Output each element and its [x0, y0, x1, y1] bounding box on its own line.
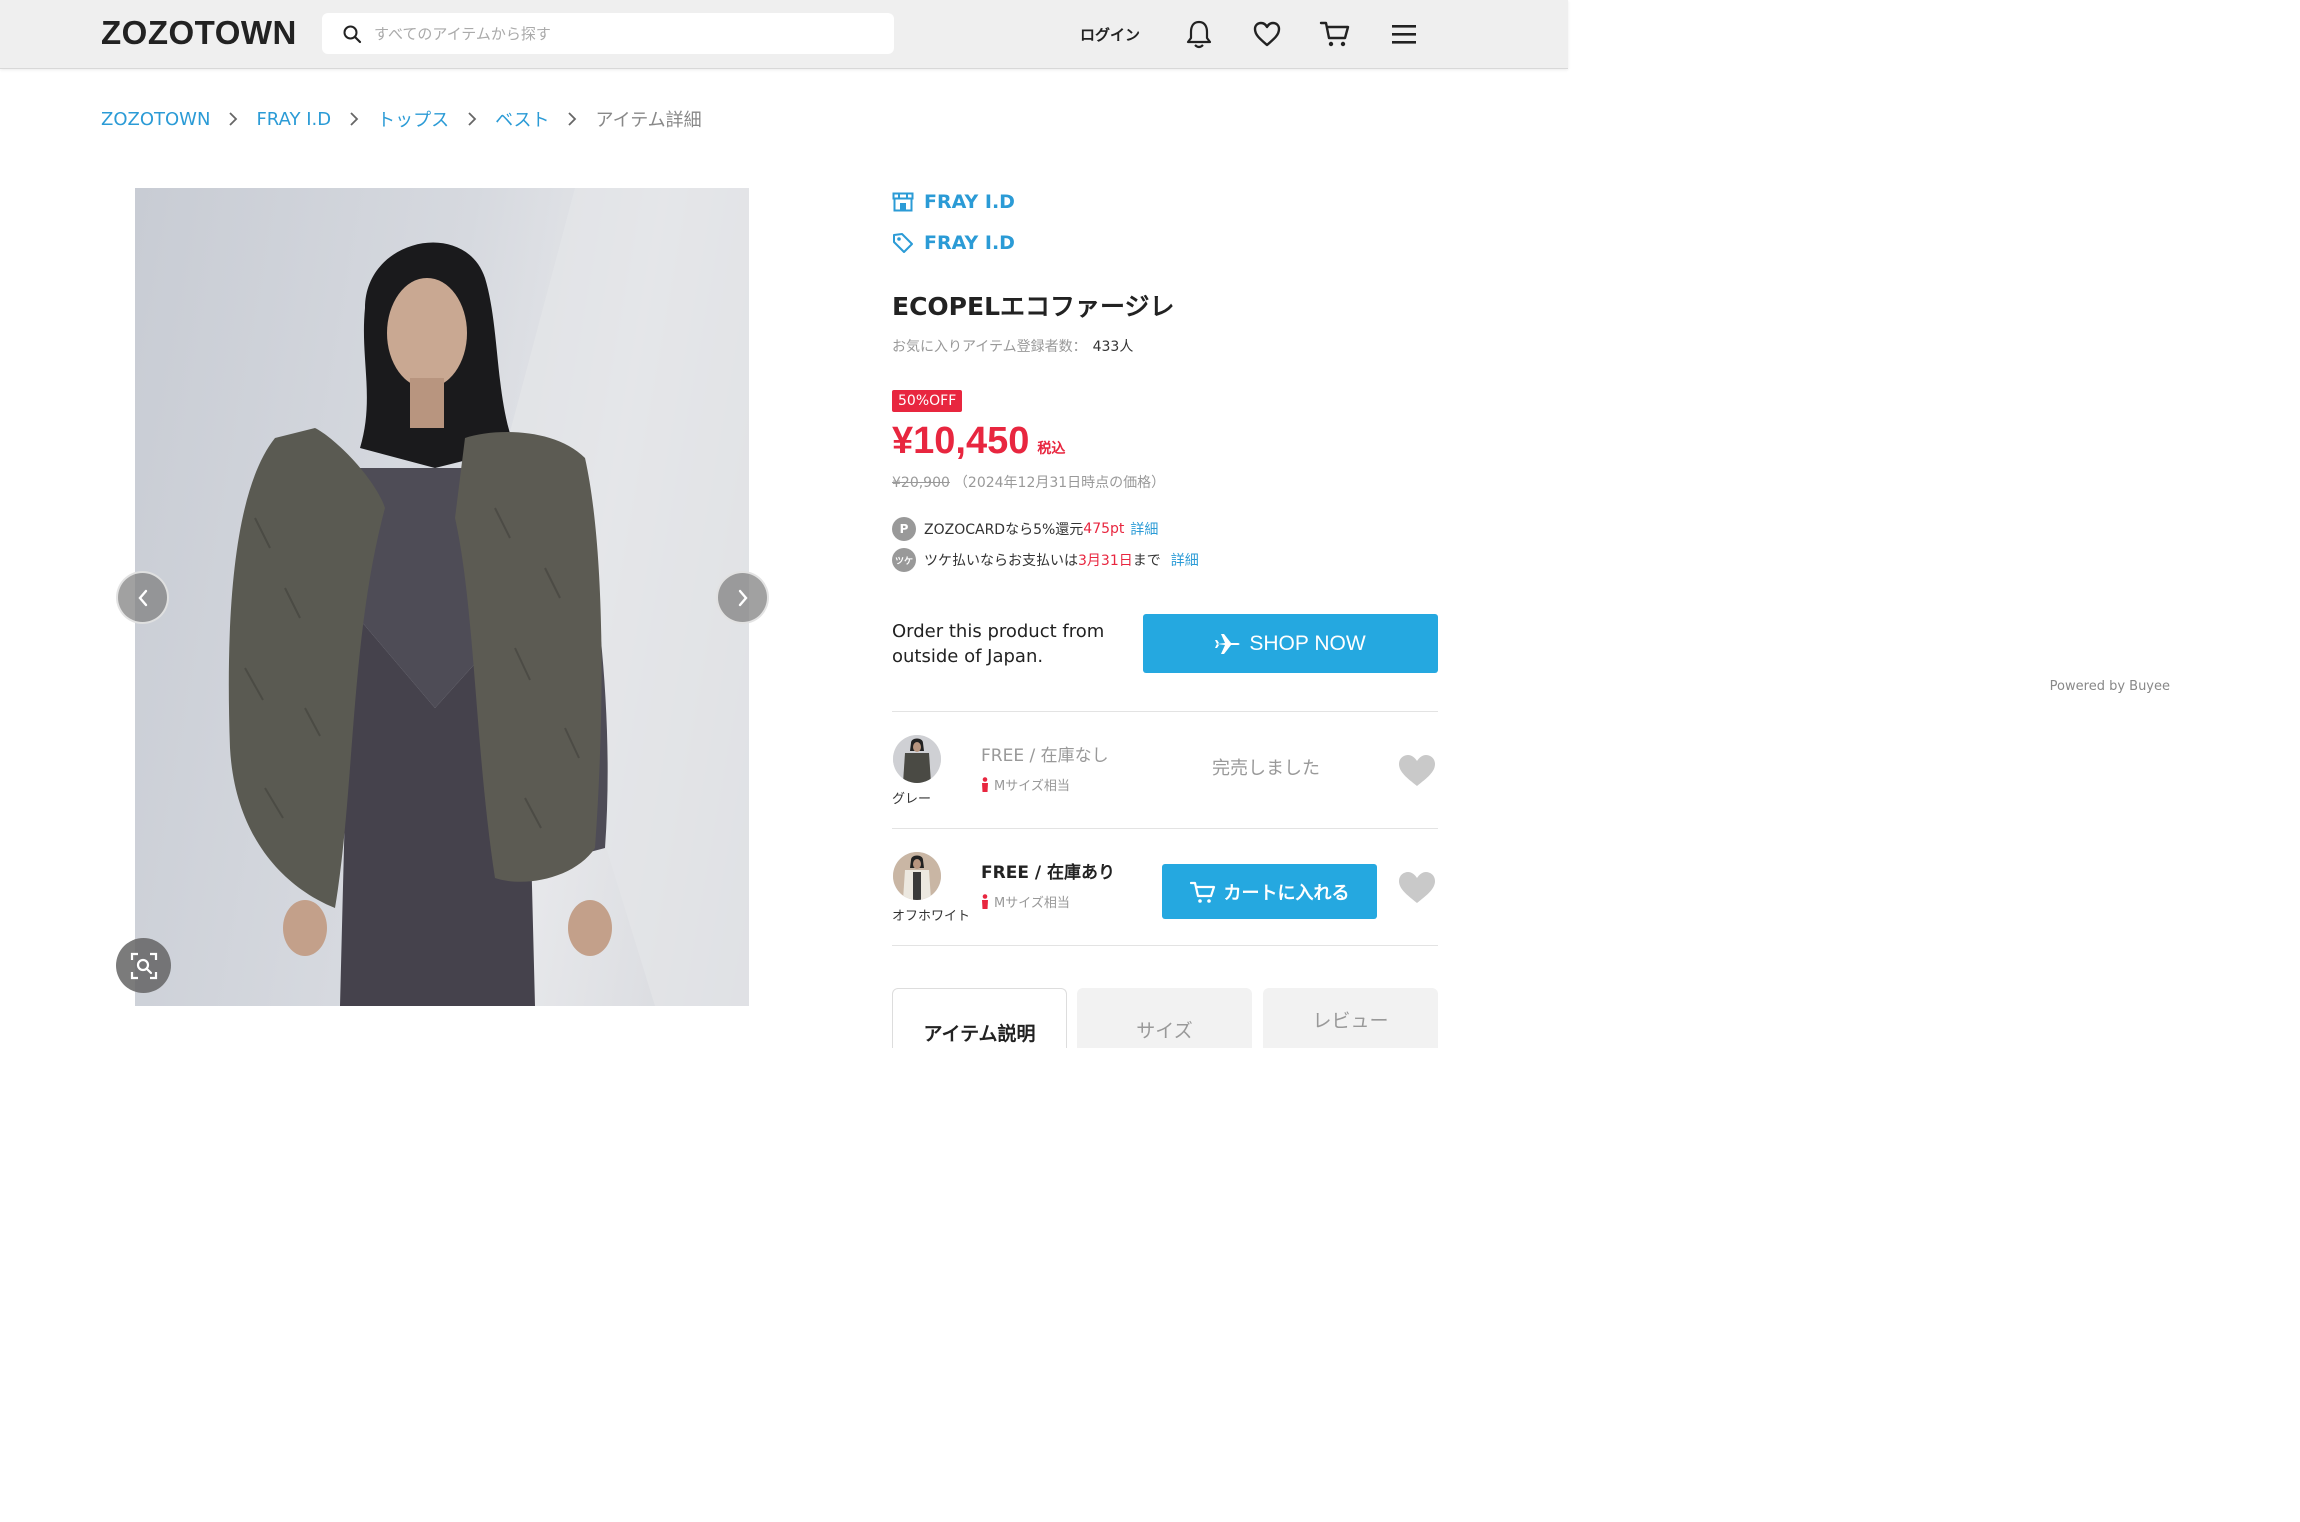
chevron-left-icon	[137, 589, 147, 606]
variant-size-note-text: Mサイズ相当	[994, 779, 1070, 794]
product-photo-illustration	[228, 188, 749, 1006]
variant-thumbnail[interactable]	[893, 735, 941, 783]
add-to-cart-label: カートに入れる	[1223, 882, 1350, 904]
variant-size-note: Mサイズ相当	[981, 775, 1070, 794]
favorite-count-label: お気に入りアイテム登録者数：	[892, 339, 1087, 355]
tsuke-icon: ツケ	[892, 548, 916, 572]
chevron-right-icon	[229, 112, 238, 126]
product-title: ECOPELエコファージレ	[892, 292, 1175, 321]
price-value: ¥10,450	[892, 420, 1030, 462]
sold-out-label: 完売しました	[1212, 758, 1320, 779]
tsuke-date: 3月31日	[1078, 553, 1133, 569]
price-tax-label: 税込	[1037, 440, 1066, 456]
variant-row-gray: グレー FREE / 在庫なし Mサイズ相当 完売しました	[892, 725, 1438, 841]
chevron-right-icon	[468, 112, 477, 126]
original-price-note: （2024年12月31日時点の価格）	[953, 475, 1166, 491]
shop-name: FRAY I.D	[924, 191, 1015, 213]
cart-icon[interactable]	[1319, 18, 1351, 50]
menu-icon[interactable]	[1388, 18, 1420, 50]
product-tabs: アイテム説明 サイズ レビュー	[892, 988, 1438, 1048]
zozocard-info: P ZOZOCARDなら5%還元 475pt 詳細	[892, 517, 1158, 541]
favorite-heart-icon[interactable]	[1397, 753, 1437, 789]
divider	[892, 945, 1438, 946]
tab-size[interactable]: サイズ	[1077, 988, 1252, 1048]
breadcrumb-current: アイテム詳細	[595, 110, 702, 131]
tab-size-label: サイズ	[1136, 1020, 1193, 1042]
cart-icon	[1189, 881, 1215, 903]
search-bar[interactable]	[322, 13, 894, 54]
search-input[interactable]	[374, 13, 874, 54]
shop-now-label: SHOP NOW	[1249, 631, 1366, 655]
favorite-count: お気に入りアイテム登録者数： 433人	[892, 336, 1133, 356]
chevron-right-icon	[738, 589, 748, 606]
variant-thumbnail[interactable]	[893, 852, 941, 900]
variant-size-stock: FREE / 在庫あり	[981, 863, 1115, 883]
add-to-cart-button[interactable]: カートに入れる	[1162, 864, 1377, 919]
person-icon	[982, 894, 988, 909]
zozocard-points: 475pt	[1083, 521, 1125, 537]
breadcrumb-link-brand[interactable]: FRAY I.D	[256, 109, 331, 130]
shop-icon	[892, 192, 914, 212]
zoom-image-button[interactable]	[116, 938, 171, 993]
zoom-icon	[130, 952, 157, 979]
price: ¥10,450 税込	[892, 420, 1065, 463]
person-icon	[982, 777, 988, 792]
tab-item-description[interactable]: アイテム説明	[892, 988, 1067, 1048]
original-price: ¥20,900 （2024年12月31日時点の価格）	[892, 472, 1165, 492]
breadcrumb-link-zozotown[interactable]: ZOZOTOWN	[101, 109, 210, 130]
divider	[892, 828, 1438, 829]
next-image-button[interactable]	[716, 571, 769, 624]
variant-color: グレー	[892, 792, 932, 807]
chevron-right-icon	[350, 112, 359, 126]
tsuke-text-after: まで	[1132, 553, 1161, 569]
variant-size-note-text: Mサイズ相当	[994, 896, 1070, 911]
product-image[interactable]	[135, 188, 749, 1006]
brand-link[interactable]: FRAY I.D	[892, 232, 1015, 254]
tab-review[interactable]: レビュー	[1263, 988, 1438, 1048]
shop-link[interactable]: FRAY I.D	[892, 191, 1015, 213]
variant-size-stock: FREE / 在庫なし	[981, 746, 1109, 766]
favorite-heart-icon[interactable]	[1397, 870, 1437, 906]
powered-by-buyee: Powered by Buyee	[2049, 679, 2170, 694]
chevron-right-icon	[568, 112, 577, 126]
variant-row-offwhite: オフホワイト FREE / 在庫あり Mサイズ相当 カートに入れる	[892, 842, 1438, 958]
search-icon	[343, 25, 362, 44]
shop-now-button[interactable]: SHOP NOW	[1143, 614, 1438, 673]
breadcrumb-link-category[interactable]: トップス	[377, 106, 449, 132]
points-icon: P	[892, 517, 916, 541]
tsuke-text: ツケ払いならお支払いは	[924, 553, 1078, 569]
brand-name: FRAY I.D	[924, 232, 1015, 254]
tag-icon	[893, 233, 913, 253]
favorite-count-value: 433人	[1092, 339, 1134, 355]
breadcrumb-link-subcategory[interactable]: ベスト	[495, 106, 549, 132]
zozotown-logo[interactable]: ZOZOTOWN	[101, 14, 297, 52]
variant-size-note: Mサイズ相当	[981, 892, 1070, 911]
airplane-icon	[1215, 633, 1240, 654]
original-price-value: ¥20,900	[892, 475, 950, 491]
login-link[interactable]: ログイン	[1080, 24, 1140, 45]
bell-icon[interactable]	[1183, 18, 1215, 50]
heart-icon[interactable]	[1251, 18, 1283, 50]
breadcrumb: ZOZOTOWN FRAY I.D トップス ベスト アイテム詳細	[101, 106, 702, 132]
site-header: ZOZOTOWN ログイン	[0, 0, 1568, 69]
variant-color: オフホワイト	[892, 909, 971, 924]
previous-image-button[interactable]	[116, 571, 169, 624]
tsuke-info: ツケ ツケ払いならお支払いは 3月31日 まで 詳細	[892, 548, 1199, 572]
zozocard-text: ZOZOCARDなら5%還元	[924, 522, 1084, 538]
tsuke-detail-link[interactable]: 詳細	[1171, 550, 1199, 570]
zozocard-detail-link[interactable]: 詳細	[1130, 519, 1158, 539]
divider	[892, 711, 1438, 712]
buyee-order-text: Order this product from outside of Japan…	[892, 621, 1105, 667]
discount-badge: 50%OFF	[892, 390, 963, 412]
